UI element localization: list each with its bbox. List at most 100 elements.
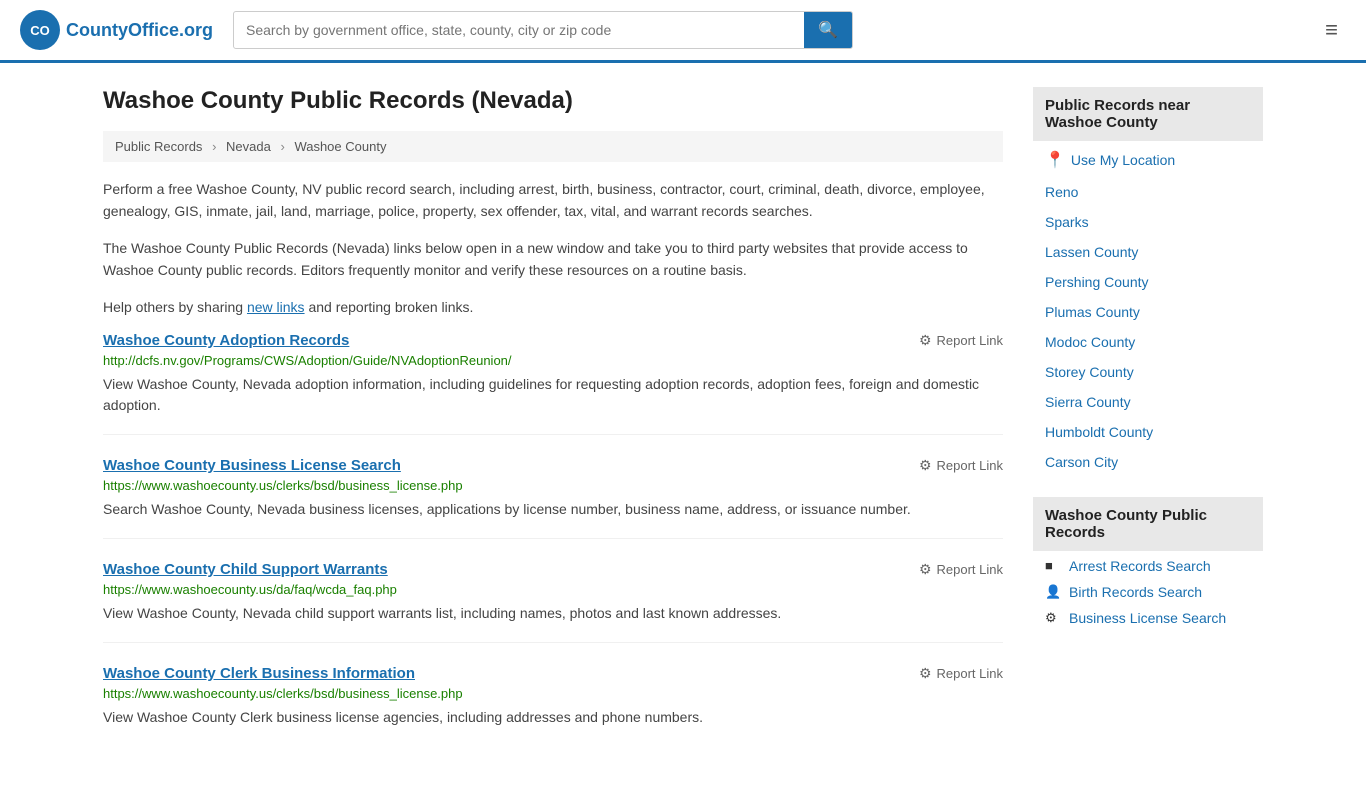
report-link-btn-2[interactable]: ⚙ Report Link [919, 561, 1003, 578]
records-section: Washoe County Public Records ■ Arrest Re… [1033, 497, 1263, 631]
breadcrumb: Public Records › Nevada › Washoe County [103, 131, 1003, 162]
record-url-3: https://www.washoecounty.us/clerks/bsd/b… [103, 686, 1003, 701]
sidebar-nearby-link-1[interactable]: Sparks [1045, 214, 1089, 230]
breadcrumb-washoe-county[interactable]: Washoe County [294, 139, 386, 154]
sidebar-nearby-item-4: Plumas County [1033, 297, 1263, 327]
report-label-2: Report Link [937, 562, 1003, 577]
hamburger-icon: ≡ [1325, 17, 1338, 42]
sidebar-nearby-link-6[interactable]: Storey County [1045, 364, 1134, 380]
sidebar-nearby-link-9[interactable]: Carson City [1045, 454, 1118, 470]
record-url-2: https://www.washoecounty.us/da/faq/wcda_… [103, 582, 1003, 597]
sidebar-nearby-item-1: Sparks [1033, 207, 1263, 237]
record-header-3: Washoe County Clerk Business Information… [103, 665, 1003, 682]
search-button[interactable]: 🔍 [804, 12, 852, 48]
description-3: Help others by sharing new links and rep… [103, 296, 1003, 318]
search-input[interactable] [234, 14, 804, 46]
report-icon-2: ⚙ [919, 561, 932, 578]
sidebar-record-link-1[interactable]: Birth Records Search [1069, 584, 1202, 600]
page-title: Washoe County Public Records (Nevada) [103, 87, 1003, 115]
location-icon: 📍 [1045, 150, 1065, 170]
sidebar-nearby-link-4[interactable]: Plumas County [1045, 304, 1140, 320]
record-header-1: Washoe County Business License Search ⚙ … [103, 457, 1003, 474]
sidebar-nearby-link-7[interactable]: Sierra County [1045, 394, 1131, 410]
report-icon-0: ⚙ [919, 332, 932, 349]
search-icon: 🔍 [818, 22, 838, 39]
report-link-btn-0[interactable]: ⚙ Report Link [919, 332, 1003, 349]
logo-org: .org [179, 20, 213, 40]
record-desc-3: View Washoe County Clerk business licens… [103, 707, 1003, 728]
use-my-location-link[interactable]: Use My Location [1071, 152, 1175, 168]
report-label-3: Report Link [937, 666, 1003, 681]
sidebar-record-item-1: 👤 Birth Records Search [1033, 579, 1263, 605]
sidebar-nearby-item-2: Lassen County [1033, 237, 1263, 267]
sidebar-nearby-item-5: Modoc County [1033, 327, 1263, 357]
sidebar-nearby-link-5[interactable]: Modoc County [1045, 334, 1135, 350]
record-title-2[interactable]: Washoe County Child Support Warrants [103, 561, 388, 578]
record-desc-1: Search Washoe County, Nevada business li… [103, 499, 1003, 520]
report-link-btn-1[interactable]: ⚙ Report Link [919, 457, 1003, 474]
nearby-locations-list: Reno Sparks Lassen County Pershing County Pl… [1033, 177, 1263, 477]
desc3-pre: Help others by sharing [103, 299, 247, 315]
report-icon-3: ⚙ [919, 665, 932, 682]
logo-name: CountyOffice [66, 20, 179, 40]
description-2: The Washoe County Public Records (Nevada… [103, 237, 1003, 282]
sidebar-nearby-item-7: Sierra County [1033, 387, 1263, 417]
breadcrumb-sep-1: › [212, 139, 216, 154]
record-desc-0: View Washoe County, Nevada adoption info… [103, 374, 1003, 416]
record-title-0[interactable]: Washoe County Adoption Records [103, 332, 349, 349]
record-header-2: Washoe County Child Support Warrants ⚙ R… [103, 561, 1003, 578]
desc3-post: and reporting broken links. [305, 299, 474, 315]
record-entry-1: Washoe County Business License Search ⚙ … [103, 457, 1003, 539]
sidebar-record-link-2[interactable]: Business License Search [1069, 610, 1226, 626]
record-entry-2: Washoe County Child Support Warrants ⚙ R… [103, 561, 1003, 643]
breadcrumb-public-records[interactable]: Public Records [115, 139, 202, 154]
records-list: Washoe County Adoption Records ⚙ Report … [103, 332, 1003, 746]
header-right: ≡ [1317, 13, 1346, 47]
record-entry-0: Washoe County Adoption Records ⚙ Report … [103, 332, 1003, 435]
record-url-1: https://www.washoecounty.us/clerks/bsd/b… [103, 478, 1003, 493]
report-label-0: Report Link [937, 333, 1003, 348]
sidebar-nearby-link-8[interactable]: Humboldt County [1045, 424, 1153, 440]
logo[interactable]: CO CountyOffice.org [20, 10, 213, 50]
sidebar-nearby-item-6: Storey County [1033, 357, 1263, 387]
record-title-3[interactable]: Washoe County Clerk Business Information [103, 665, 415, 682]
record-header-0: Washoe County Adoption Records ⚙ Report … [103, 332, 1003, 349]
content-area: Washoe County Public Records (Nevada) Pu… [103, 87, 1003, 768]
record-entry-3: Washoe County Clerk Business Information… [103, 665, 1003, 746]
report-icon-1: ⚙ [919, 457, 932, 474]
header: CO CountyOffice.org 🔍 ≡ [0, 0, 1366, 63]
report-label-1: Report Link [937, 458, 1003, 473]
new-links-link[interactable]: new links [247, 299, 305, 315]
record-title-1[interactable]: Washoe County Business License Search [103, 457, 401, 474]
sidebar-record-item-2: ⚙ Business License Search [1033, 605, 1263, 631]
logo-icon: CO [20, 10, 60, 50]
use-my-location[interactable]: 📍 Use My Location [1033, 143, 1263, 177]
sidebar-nearby-link-0[interactable]: Reno [1045, 184, 1078, 200]
description-1: Perform a free Washoe County, NV public … [103, 178, 1003, 223]
records-section-header: Washoe County Public Records [1033, 497, 1263, 551]
breadcrumb-nevada[interactable]: Nevada [226, 139, 271, 154]
record-link-icon-2: ⚙ [1045, 610, 1061, 626]
sidebar-record-link-0[interactable]: Arrest Records Search [1069, 558, 1211, 574]
record-url-0: http://dcfs.nv.gov/Programs/CWS/Adoption… [103, 353, 1003, 368]
nearby-section: Public Records near Washoe County 📍 Use … [1033, 87, 1263, 477]
report-link-btn-3[interactable]: ⚙ Report Link [919, 665, 1003, 682]
sidebar-nearby-item-3: Pershing County [1033, 267, 1263, 297]
record-link-icon-1: 👤 [1045, 584, 1061, 600]
sidebar-nearby-item-8: Humboldt County [1033, 417, 1263, 447]
sidebar-nearby-item-9: Carson City [1033, 447, 1263, 477]
logo-text: CountyOffice.org [66, 20, 213, 41]
search-bar: 🔍 [233, 11, 853, 49]
sidebar-nearby-item-0: Reno [1033, 177, 1263, 207]
main-container: Washoe County Public Records (Nevada) Pu… [83, 63, 1283, 792]
sidebar-nearby-link-3[interactable]: Pershing County [1045, 274, 1149, 290]
record-link-icon-0: ■ [1045, 558, 1061, 574]
nearby-header: Public Records near Washoe County [1033, 87, 1263, 141]
sidebar-nearby-link-2[interactable]: Lassen County [1045, 244, 1138, 260]
record-desc-2: View Washoe County, Nevada child support… [103, 603, 1003, 624]
sidebar: Public Records near Washoe County 📍 Use … [1033, 87, 1263, 768]
breadcrumb-sep-2: › [280, 139, 284, 154]
svg-text:CO: CO [30, 23, 50, 38]
menu-button[interactable]: ≡ [1317, 13, 1346, 47]
sidebar-record-links: ■ Arrest Records Search 👤 Birth Records … [1033, 553, 1263, 631]
